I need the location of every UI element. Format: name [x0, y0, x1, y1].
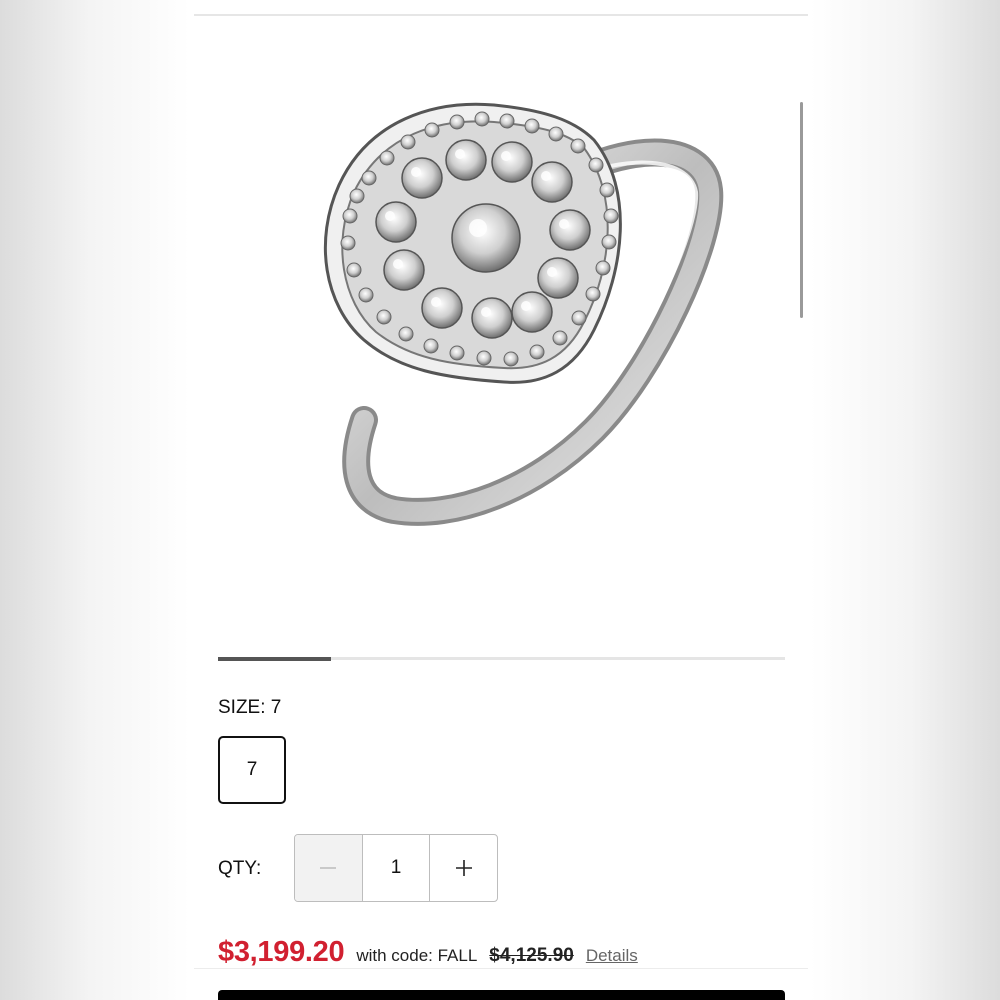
decrement-button[interactable]	[295, 835, 363, 901]
details-link[interactable]: Details	[586, 946, 638, 966]
bottom-divider	[194, 968, 808, 969]
diamond-ring-image	[323, 102, 724, 526]
product-page: SIZE: 7 7 QTY: 1 $3,199.20 with code: FA…	[194, 0, 808, 1000]
carousel-progress-fill	[218, 656, 332, 661]
quantity-value[interactable]: 1	[363, 835, 431, 901]
minus-icon	[320, 867, 337, 869]
add-to-bag-button[interactable]	[218, 990, 785, 1000]
sale-price: $3,199.20	[218, 936, 345, 968]
plus-icon	[455, 860, 472, 876]
product-image[interactable]	[294, 70, 754, 540]
price-row: $3,199.20 with code: FALL $4,125.90 Deta…	[218, 936, 638, 969]
promo-code-text: with code: FALL	[356, 946, 478, 965]
quantity-stepper: 1	[294, 834, 498, 902]
size-label: SIZE: 7	[218, 697, 281, 719]
size-option-7[interactable]: 7	[218, 736, 286, 804]
increment-button[interactable]	[430, 835, 497, 901]
size-selected-value: 7	[270, 697, 282, 718]
scrollbar[interactable]	[800, 102, 803, 318]
header-divider	[194, 14, 808, 16]
size-option-label: 7	[246, 759, 258, 780]
carousel-progress[interactable]	[218, 656, 785, 661]
size-label-key: SIZE:	[218, 697, 266, 718]
qty-label: QTY:	[218, 858, 262, 879]
original-price: $4,125.90	[489, 945, 574, 966]
